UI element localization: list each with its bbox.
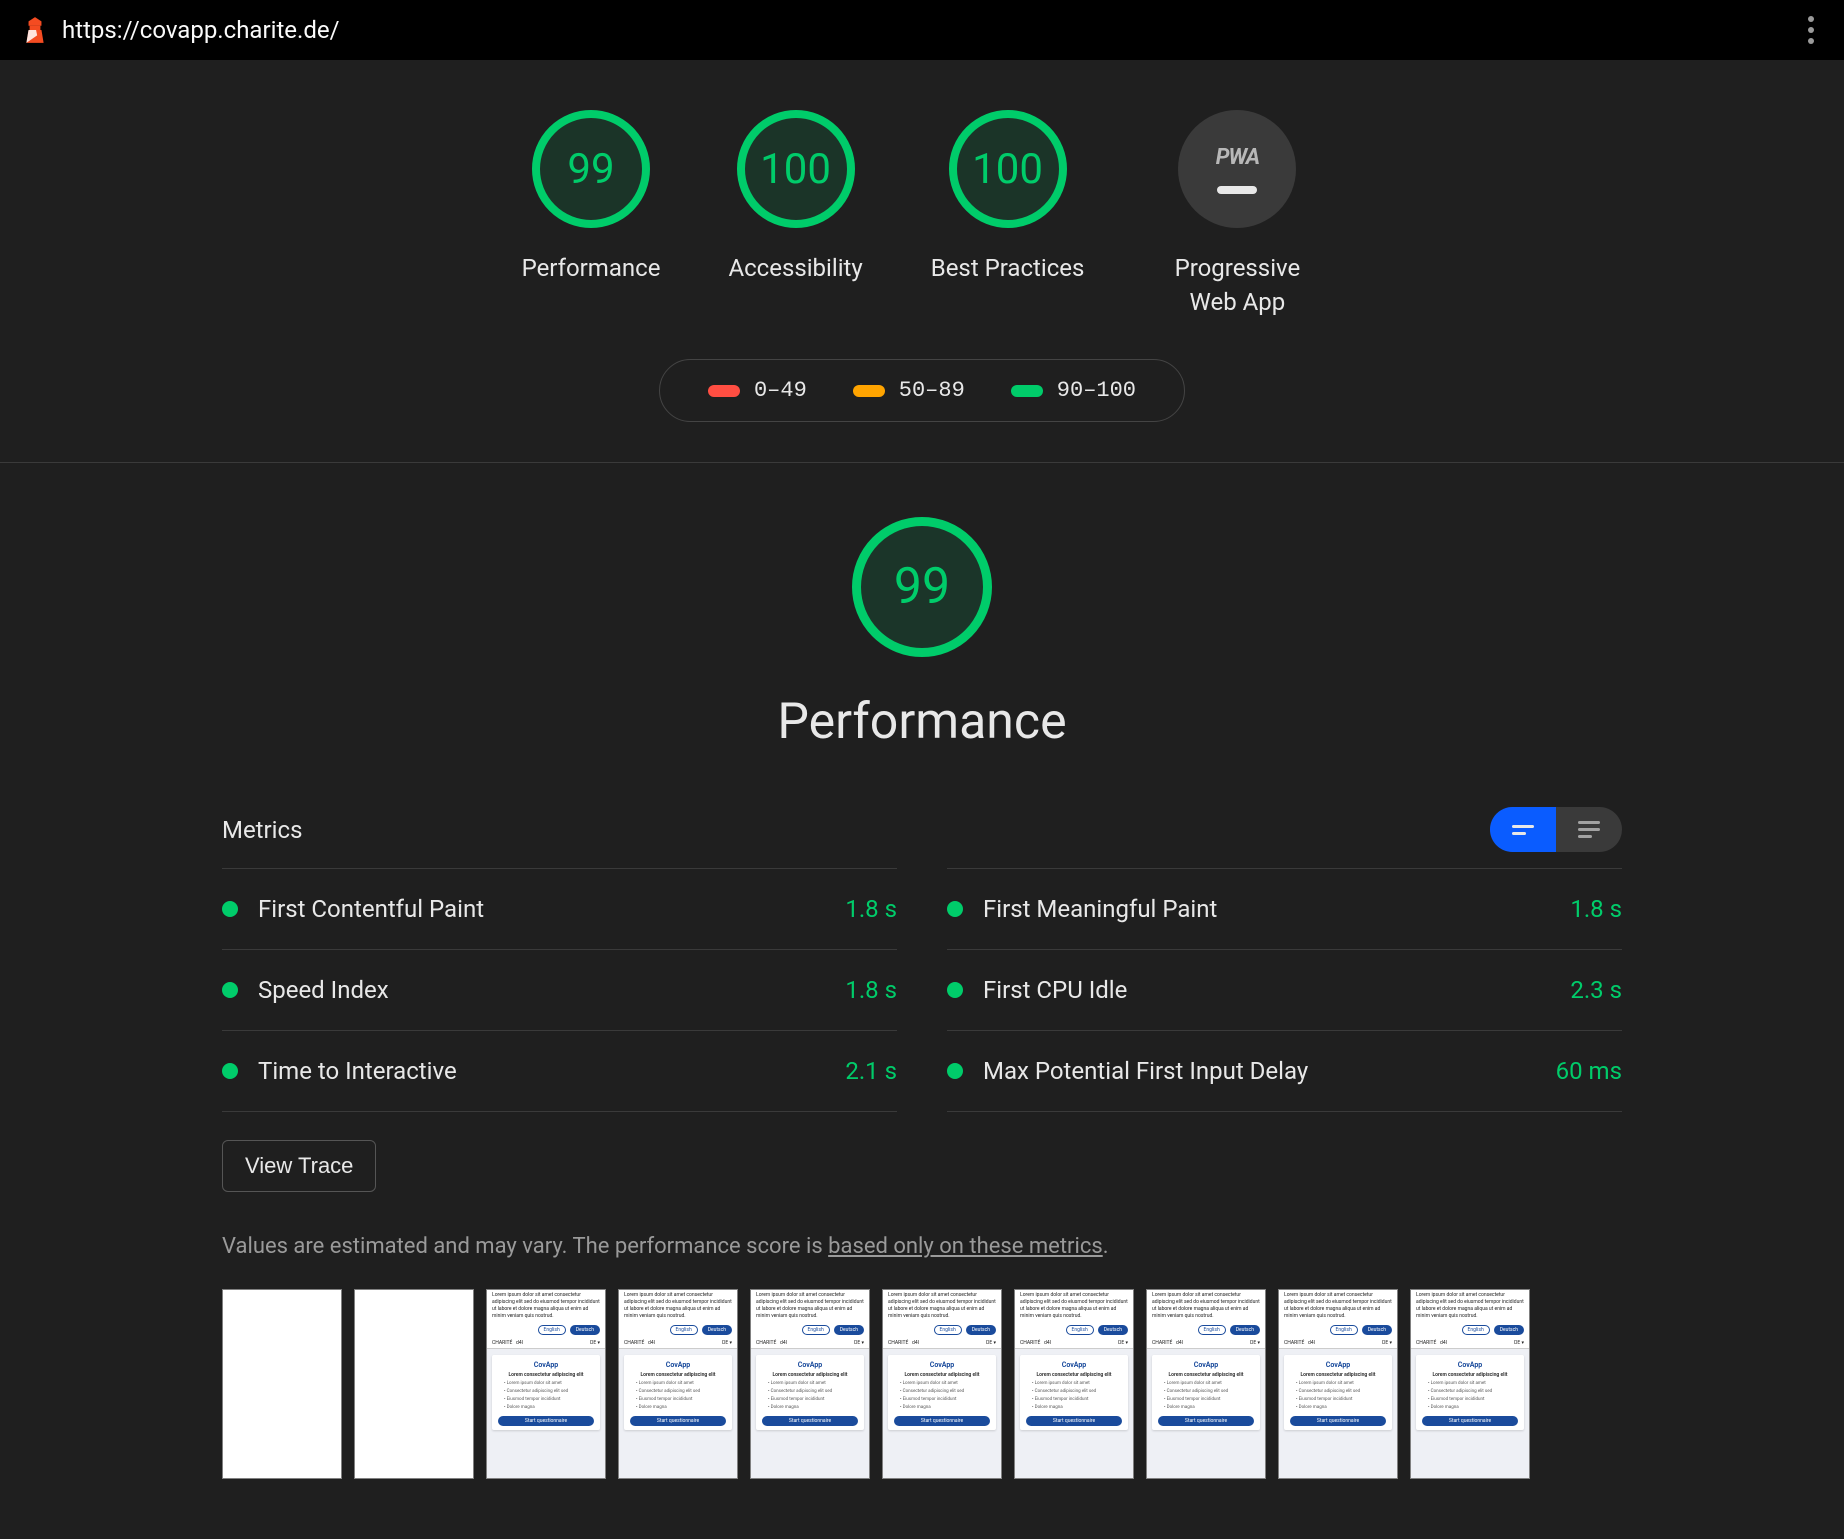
metric-value: 60 ms bbox=[1556, 1057, 1622, 1085]
lighthouse-icon bbox=[22, 16, 48, 44]
metric-row[interactable]: Speed Index 1.8 s bbox=[222, 949, 897, 1030]
metric-row[interactable]: First Contentful Paint 1.8 s bbox=[222, 868, 897, 949]
gauge-ring: 99 bbox=[532, 110, 650, 228]
legend-average-range: 50–89 bbox=[899, 378, 965, 403]
gauge-accessibility[interactable]: 100 Accessibility bbox=[728, 110, 862, 286]
metrics-view-compact-button[interactable] bbox=[1490, 807, 1556, 852]
pwa-badge-text: PWA bbox=[1216, 145, 1259, 170]
metric-value: 1.8 s bbox=[1570, 895, 1622, 923]
topbar: https://covapp.charite.de/ bbox=[0, 0, 1844, 60]
metric-value: 2.3 s bbox=[1570, 976, 1622, 1004]
metrics-view-expanded-button[interactable] bbox=[1556, 807, 1622, 852]
pass-dot-icon bbox=[947, 901, 963, 917]
pass-dot-icon bbox=[222, 901, 238, 917]
gauge-label: Progressive Web App bbox=[1152, 252, 1322, 319]
metric-value: 1.8 s bbox=[845, 895, 897, 923]
filmstrip-frame[interactable]: Lorem ipsum dolor sit amet consectetur a… bbox=[486, 1289, 606, 1479]
metric-value: 1.8 s bbox=[845, 976, 897, 1004]
gauge-score: 100 bbox=[760, 145, 831, 194]
metrics-col-right: First Meaningful Paint 1.8 s First CPU Idl… bbox=[947, 868, 1622, 1112]
disclaimer-link[interactable]: based only on these metrics bbox=[828, 1234, 1103, 1259]
legend-pass: 90–100 bbox=[1011, 378, 1136, 403]
pwa-badge-icon: PWA bbox=[1178, 110, 1296, 228]
filmstrip-frame[interactable]: Lorem ipsum dolor sit amet consectetur a… bbox=[882, 1289, 1002, 1479]
chip-amber-icon bbox=[853, 385, 885, 397]
legend-fail: 0–49 bbox=[708, 378, 807, 403]
metrics-grid: First Contentful Paint 1.8 s Speed Index 1.… bbox=[222, 868, 1622, 1112]
metric-name: Time to Interactive bbox=[258, 1057, 825, 1085]
audited-url[interactable]: https://covapp.charite.de/ bbox=[62, 16, 340, 44]
gauge-pwa[interactable]: PWA Progressive Web App bbox=[1152, 110, 1322, 319]
score-legend: 0–49 50–89 90–100 bbox=[659, 359, 1185, 422]
pass-dot-icon bbox=[222, 982, 238, 998]
filmstrip-frame[interactable]: Lorem ipsum dolor sit amet consectetur a… bbox=[618, 1289, 738, 1479]
legend-pass-range: 90–100 bbox=[1057, 378, 1136, 403]
pass-dot-icon bbox=[947, 1063, 963, 1079]
gauge-performance[interactable]: 99 Performance bbox=[522, 110, 661, 286]
metric-name: Max Potential First Input Delay bbox=[983, 1057, 1536, 1085]
gauge-label: Best Practices bbox=[931, 252, 1085, 286]
filmstrip-frame[interactable]: Lorem ipsum dolor sit amet consectetur a… bbox=[1278, 1289, 1398, 1479]
tools-menu-button[interactable] bbox=[1800, 8, 1822, 52]
metric-value: 2.1 s bbox=[845, 1057, 897, 1085]
performance-body: Metrics First Contentful Paint1.8 sSpeed… bbox=[222, 807, 1622, 1479]
filmstrip: Lorem ipsum dolor sit amet consectetur a… bbox=[222, 1289, 1622, 1479]
metrics-heading: Metrics bbox=[222, 816, 302, 844]
metric-name: First Contentful Paint bbox=[258, 895, 825, 923]
chip-red-icon bbox=[708, 385, 740, 397]
chip-green-icon bbox=[1011, 385, 1043, 397]
metric-name: Speed Index bbox=[258, 976, 825, 1004]
gauge-ring: 100 bbox=[737, 110, 855, 228]
metrics-col-left: First Contentful Paint 1.8 s Speed Index 1.… bbox=[222, 868, 897, 1112]
pass-dot-icon bbox=[222, 1063, 238, 1079]
legend-average: 50–89 bbox=[853, 378, 965, 403]
pass-dot-icon bbox=[947, 982, 963, 998]
performance-title: Performance bbox=[777, 693, 1066, 751]
gauge-score: 99 bbox=[567, 145, 614, 194]
filmstrip-frame[interactable]: Lorem ipsum dolor sit amet consectetur a… bbox=[1410, 1289, 1530, 1479]
filmstrip-frame[interactable] bbox=[222, 1289, 342, 1479]
gauge-score: 100 bbox=[972, 145, 1043, 194]
gauge-label: Accessibility bbox=[728, 252, 862, 286]
metrics-disclaimer: Values are estimated and may vary. The p… bbox=[222, 1234, 1622, 1259]
compact-lines-icon bbox=[1512, 825, 1534, 835]
legend-fail-range: 0–49 bbox=[754, 378, 807, 403]
filmstrip-frame[interactable] bbox=[354, 1289, 474, 1479]
topbar-left: https://covapp.charite.de/ bbox=[22, 16, 340, 44]
metric-row[interactable]: First Meaningful Paint 1.8 s bbox=[947, 868, 1622, 949]
metric-name: First CPU Idle bbox=[983, 976, 1550, 1004]
performance-section: 99 Performance Metrics First Contentful … bbox=[0, 463, 1844, 1539]
disclaimer-text-suffix: . bbox=[1103, 1234, 1109, 1259]
category-gauges: 99 Performance 100 Accessibility 100 Bes… bbox=[522, 110, 1323, 319]
gauge-best-practices[interactable]: 100 Best Practices bbox=[931, 110, 1085, 286]
expanded-lines-icon bbox=[1578, 821, 1600, 838]
gauge-label: Performance bbox=[522, 252, 661, 286]
filmstrip-frame[interactable]: Lorem ipsum dolor sit amet consectetur a… bbox=[750, 1289, 870, 1479]
pwa-badge-bar bbox=[1217, 186, 1257, 194]
view-trace-button[interactable]: View Trace bbox=[222, 1140, 376, 1192]
performance-score: 99 bbox=[894, 558, 950, 616]
metric-row[interactable]: Time to Interactive 2.1 s bbox=[222, 1030, 897, 1112]
metrics-header: Metrics bbox=[222, 807, 1622, 852]
metrics-view-toggle bbox=[1490, 807, 1622, 852]
performance-gauge: 99 bbox=[852, 517, 992, 657]
gauge-ring: 100 bbox=[949, 110, 1067, 228]
metric-name: First Meaningful Paint bbox=[983, 895, 1550, 923]
filmstrip-frame[interactable]: Lorem ipsum dolor sit amet consectetur a… bbox=[1146, 1289, 1266, 1479]
filmstrip-frame[interactable]: Lorem ipsum dolor sit amet consectetur a… bbox=[1014, 1289, 1134, 1479]
disclaimer-text-prefix: Values are estimated and may vary. The p… bbox=[222, 1234, 828, 1259]
metric-row[interactable]: Max Potential First Input Delay 60 ms bbox=[947, 1030, 1622, 1112]
metric-row[interactable]: First CPU Idle 2.3 s bbox=[947, 949, 1622, 1030]
overview-section: 99 Performance 100 Accessibility 100 Bes… bbox=[0, 60, 1844, 463]
